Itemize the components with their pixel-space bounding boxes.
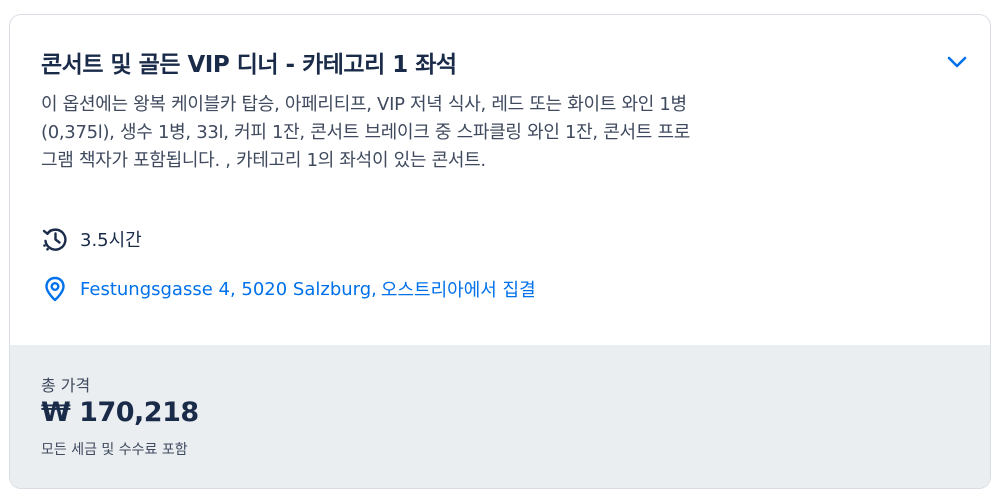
total-price: ₩ 170,218: [41, 397, 199, 428]
map-pin-icon: [45, 276, 65, 302]
tax-note: 모든 세금 및 수수료 포함: [41, 442, 188, 458]
option-description: 이 옵션에는 왕복 케이블카 탑승, 아페리티프, VIP 저녁 식사, 레드 …: [41, 94, 690, 171]
option-title: 콘서트 및 골든 VIP 디너 - 카테고리 1 좌석: [41, 52, 457, 78]
history-clock-icon: [42, 228, 67, 251]
option-card: 콘서트 및 골든 VIP 디너 - 카테고리 1 좌석 이 옵션에는 왕복 케이…: [9, 14, 991, 489]
total-price-label: 총 가격: [41, 376, 91, 395]
price-section: 총 가격 ₩ 170,218 모든 세금 및 수수료 포함: [10, 345, 990, 488]
meeting-point-address[interactable]: Festungsgasse 4, 5020 Salzburg,: [80, 279, 377, 300]
duration-row: 3.5시간: [41, 225, 142, 253]
meeting-point-row[interactable]: Festungsgasse 4, 5020 Salzburg, 오스트리아에서 …: [41, 275, 536, 303]
option-details: 콘서트 및 골든 VIP 디너 - 카테고리 1 좌석 이 옵션에는 왕복 케이…: [10, 15, 990, 345]
meeting-point-label[interactable]: 오스트리아에서 집결: [381, 276, 536, 302]
duration-text: 3.5시간: [80, 230, 142, 251]
chevron-down-icon[interactable]: [944, 49, 970, 75]
